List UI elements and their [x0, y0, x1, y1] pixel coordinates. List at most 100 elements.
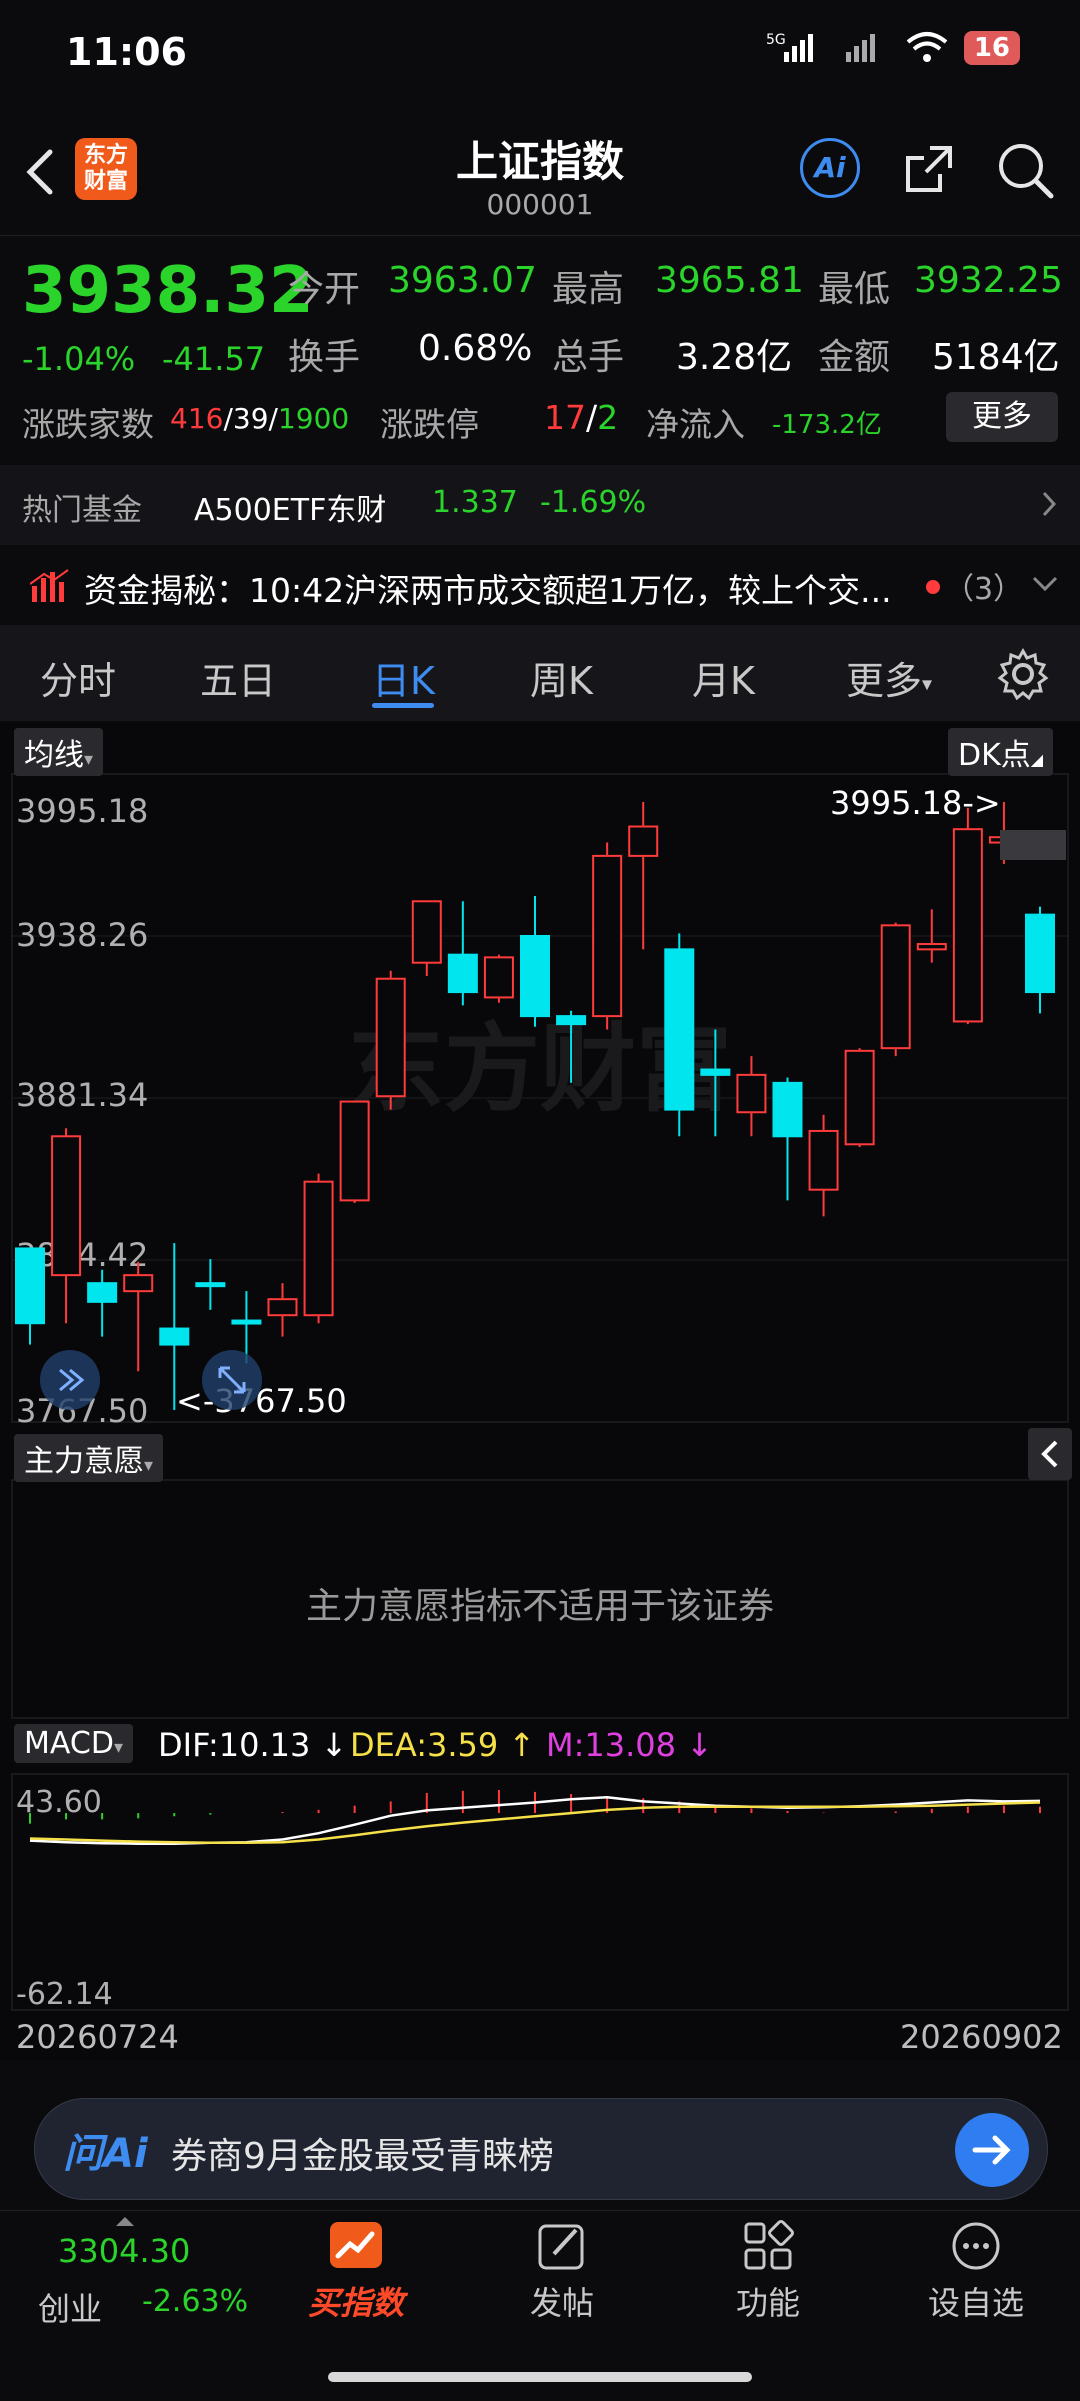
tab-intraday[interactable]: 分时 — [40, 650, 116, 705]
high-value: 3965.81 — [655, 260, 804, 301]
grid-apps-icon — [744, 2220, 794, 2270]
header: 东方 财富 上证指数 000001 Ai — [0, 110, 1080, 236]
volume-value: 3.28亿 — [676, 337, 793, 378]
amount-value: 5184亿 — [932, 337, 1060, 378]
nav-add-watchlist-label: 设自选 — [927, 2284, 1024, 2322]
tab-more[interactable]: 更多▾ — [846, 650, 932, 705]
news-count: （3） — [944, 572, 1024, 607]
index-change: -2.63% — [142, 2284, 249, 2319]
signal-icon: 5G — [766, 32, 813, 62]
status-bar: 11:06 5G 16 — [0, 0, 1080, 110]
candle-body — [700, 1068, 731, 1076]
candle-body — [51, 1135, 82, 1277]
change-amount: -41.57 — [162, 340, 266, 378]
nav-post[interactable]: 发帖 — [482, 2220, 642, 2324]
more-button[interactable]: 更多 — [946, 392, 1058, 442]
tab-daily-k[interactable]: 日K — [372, 650, 435, 705]
search-icon[interactable] — [995, 140, 1055, 200]
candle-body — [1025, 913, 1055, 994]
signal-label: 5G — [766, 32, 786, 48]
last-price: 3938.32 — [22, 254, 314, 328]
candle-body — [483, 956, 514, 999]
candle-body — [411, 900, 442, 964]
kline-chart[interactable]: 东方财富3995.183938.263881.343824.423767.503… — [0, 722, 1080, 2060]
candle-body — [592, 854, 623, 1018]
candle-body — [520, 935, 550, 1018]
macd-bottom-label: -62.14 — [16, 1977, 113, 2012]
signal-2-icon — [845, 34, 875, 62]
chevron-down-icon[interactable] — [1030, 574, 1060, 596]
news-ticker[interactable]: 资金揭秘：10:42沪深两市成交额超1万亿，较上个交... （3） — [0, 548, 1080, 624]
ai-send-button[interactable] — [955, 2113, 1029, 2187]
volume-label: 总手 — [552, 337, 625, 378]
change-percent: -1.04% — [22, 340, 136, 378]
limit-values: 17/2 — [544, 398, 618, 437]
tab-monthly-k[interactable]: 月K — [692, 650, 755, 705]
trend-chart-icon — [330, 2222, 382, 2268]
home-indicator — [328, 2372, 752, 2382]
tab-five-day[interactable]: 五日 — [200, 650, 276, 705]
candle-body — [880, 924, 911, 1050]
candle-body — [195, 1282, 226, 1288]
wifi-icon — [906, 32, 948, 62]
status-icons: 5G 16 — [766, 30, 1020, 66]
low-value: 3932.25 — [914, 260, 1063, 301]
limit-up: 17 — [544, 398, 586, 437]
candle-body — [628, 825, 659, 857]
ai-prompt-text: 券商9月金股最受青睐榜 — [171, 2136, 554, 2177]
hot-fund-bar[interactable]: 热门基金 A500ETF东财 1.337 -1.69% — [0, 465, 1080, 545]
macd-selector[interactable]: MACD▾ — [14, 1724, 133, 1763]
index-name: 创业 — [38, 2290, 103, 2328]
down-count: 1900 — [277, 402, 350, 435]
active-tab-indicator — [372, 703, 434, 708]
high-label: 最高 — [552, 269, 625, 310]
price-axis-label: 3881.34 — [16, 1076, 148, 1114]
min-price-marker: <-3767.50 — [176, 1382, 347, 1420]
ask-ai-bar[interactable]: 问Ai 券商9月金股最受青睐榜 — [34, 2098, 1048, 2200]
nav-buy-index-label: 买指数 — [307, 2284, 404, 2322]
nav-buy-index[interactable]: 买指数 — [276, 2220, 436, 2324]
tab-weekly-k[interactable]: 周K — [530, 650, 593, 705]
candle-body — [15, 1247, 45, 1325]
candle-body — [339, 1100, 370, 1202]
fund-name: A500ETF东财 — [194, 493, 387, 528]
date-end: 20260902 — [900, 2018, 1063, 2056]
nav-add-watchlist[interactable]: 设自选 — [896, 2220, 1056, 2324]
nav-functions[interactable]: 功能 — [688, 2220, 848, 2324]
limit-down: 2 — [597, 398, 619, 437]
macd-selector-label: MACD — [24, 1726, 114, 1761]
status-time: 11:06 — [66, 30, 187, 74]
candle-body — [844, 1049, 875, 1146]
macd-dea: DEA:3.59 ↑ — [350, 1726, 536, 1764]
candle-body — [375, 977, 406, 1098]
breadth-sep-2: / — [268, 402, 278, 435]
ai-button[interactable]: Ai — [800, 138, 860, 198]
candle-body — [87, 1282, 118, 1303]
panel2-selector[interactable]: 主力意愿▾ — [14, 1434, 164, 1482]
unread-dot — [926, 580, 940, 594]
share-icon[interactable] — [900, 140, 958, 198]
candle-body — [267, 1298, 298, 1317]
panel2-selector-label: 主力意愿 — [24, 1444, 144, 1479]
breadth-sep-1: / — [223, 402, 233, 435]
caret-down-icon: ▾ — [922, 671, 933, 696]
fund-price: 1.337 — [432, 485, 518, 520]
netflow-value: -173.2亿 — [772, 410, 882, 440]
index-value[interactable]: 3304.30 — [58, 2232, 190, 2270]
candle-body — [123, 1274, 154, 1293]
limit-sep: / — [586, 398, 598, 437]
settings-gear-icon[interactable] — [996, 647, 1050, 701]
low-label: 最低 — [818, 269, 891, 310]
panel2-selector-box: 主力意愿▾ — [14, 1434, 164, 1482]
amount-label: 金额 — [818, 337, 891, 378]
ai-brand: 问Ai — [63, 2131, 148, 2177]
panel2-message: 主力意愿指标不适用于该证券 — [305, 1586, 774, 1627]
collapse-panel-button[interactable] — [1028, 1428, 1072, 1480]
edit-icon — [538, 2224, 584, 2270]
candle-body — [736, 1073, 767, 1114]
candle-body — [447, 953, 478, 994]
caret-up-icon — [116, 2217, 134, 2226]
price-axis-label: 3938.26 — [16, 916, 148, 954]
up-count: 416 — [170, 402, 224, 435]
max-price-marker: 3995.18-> — [830, 784, 1001, 822]
